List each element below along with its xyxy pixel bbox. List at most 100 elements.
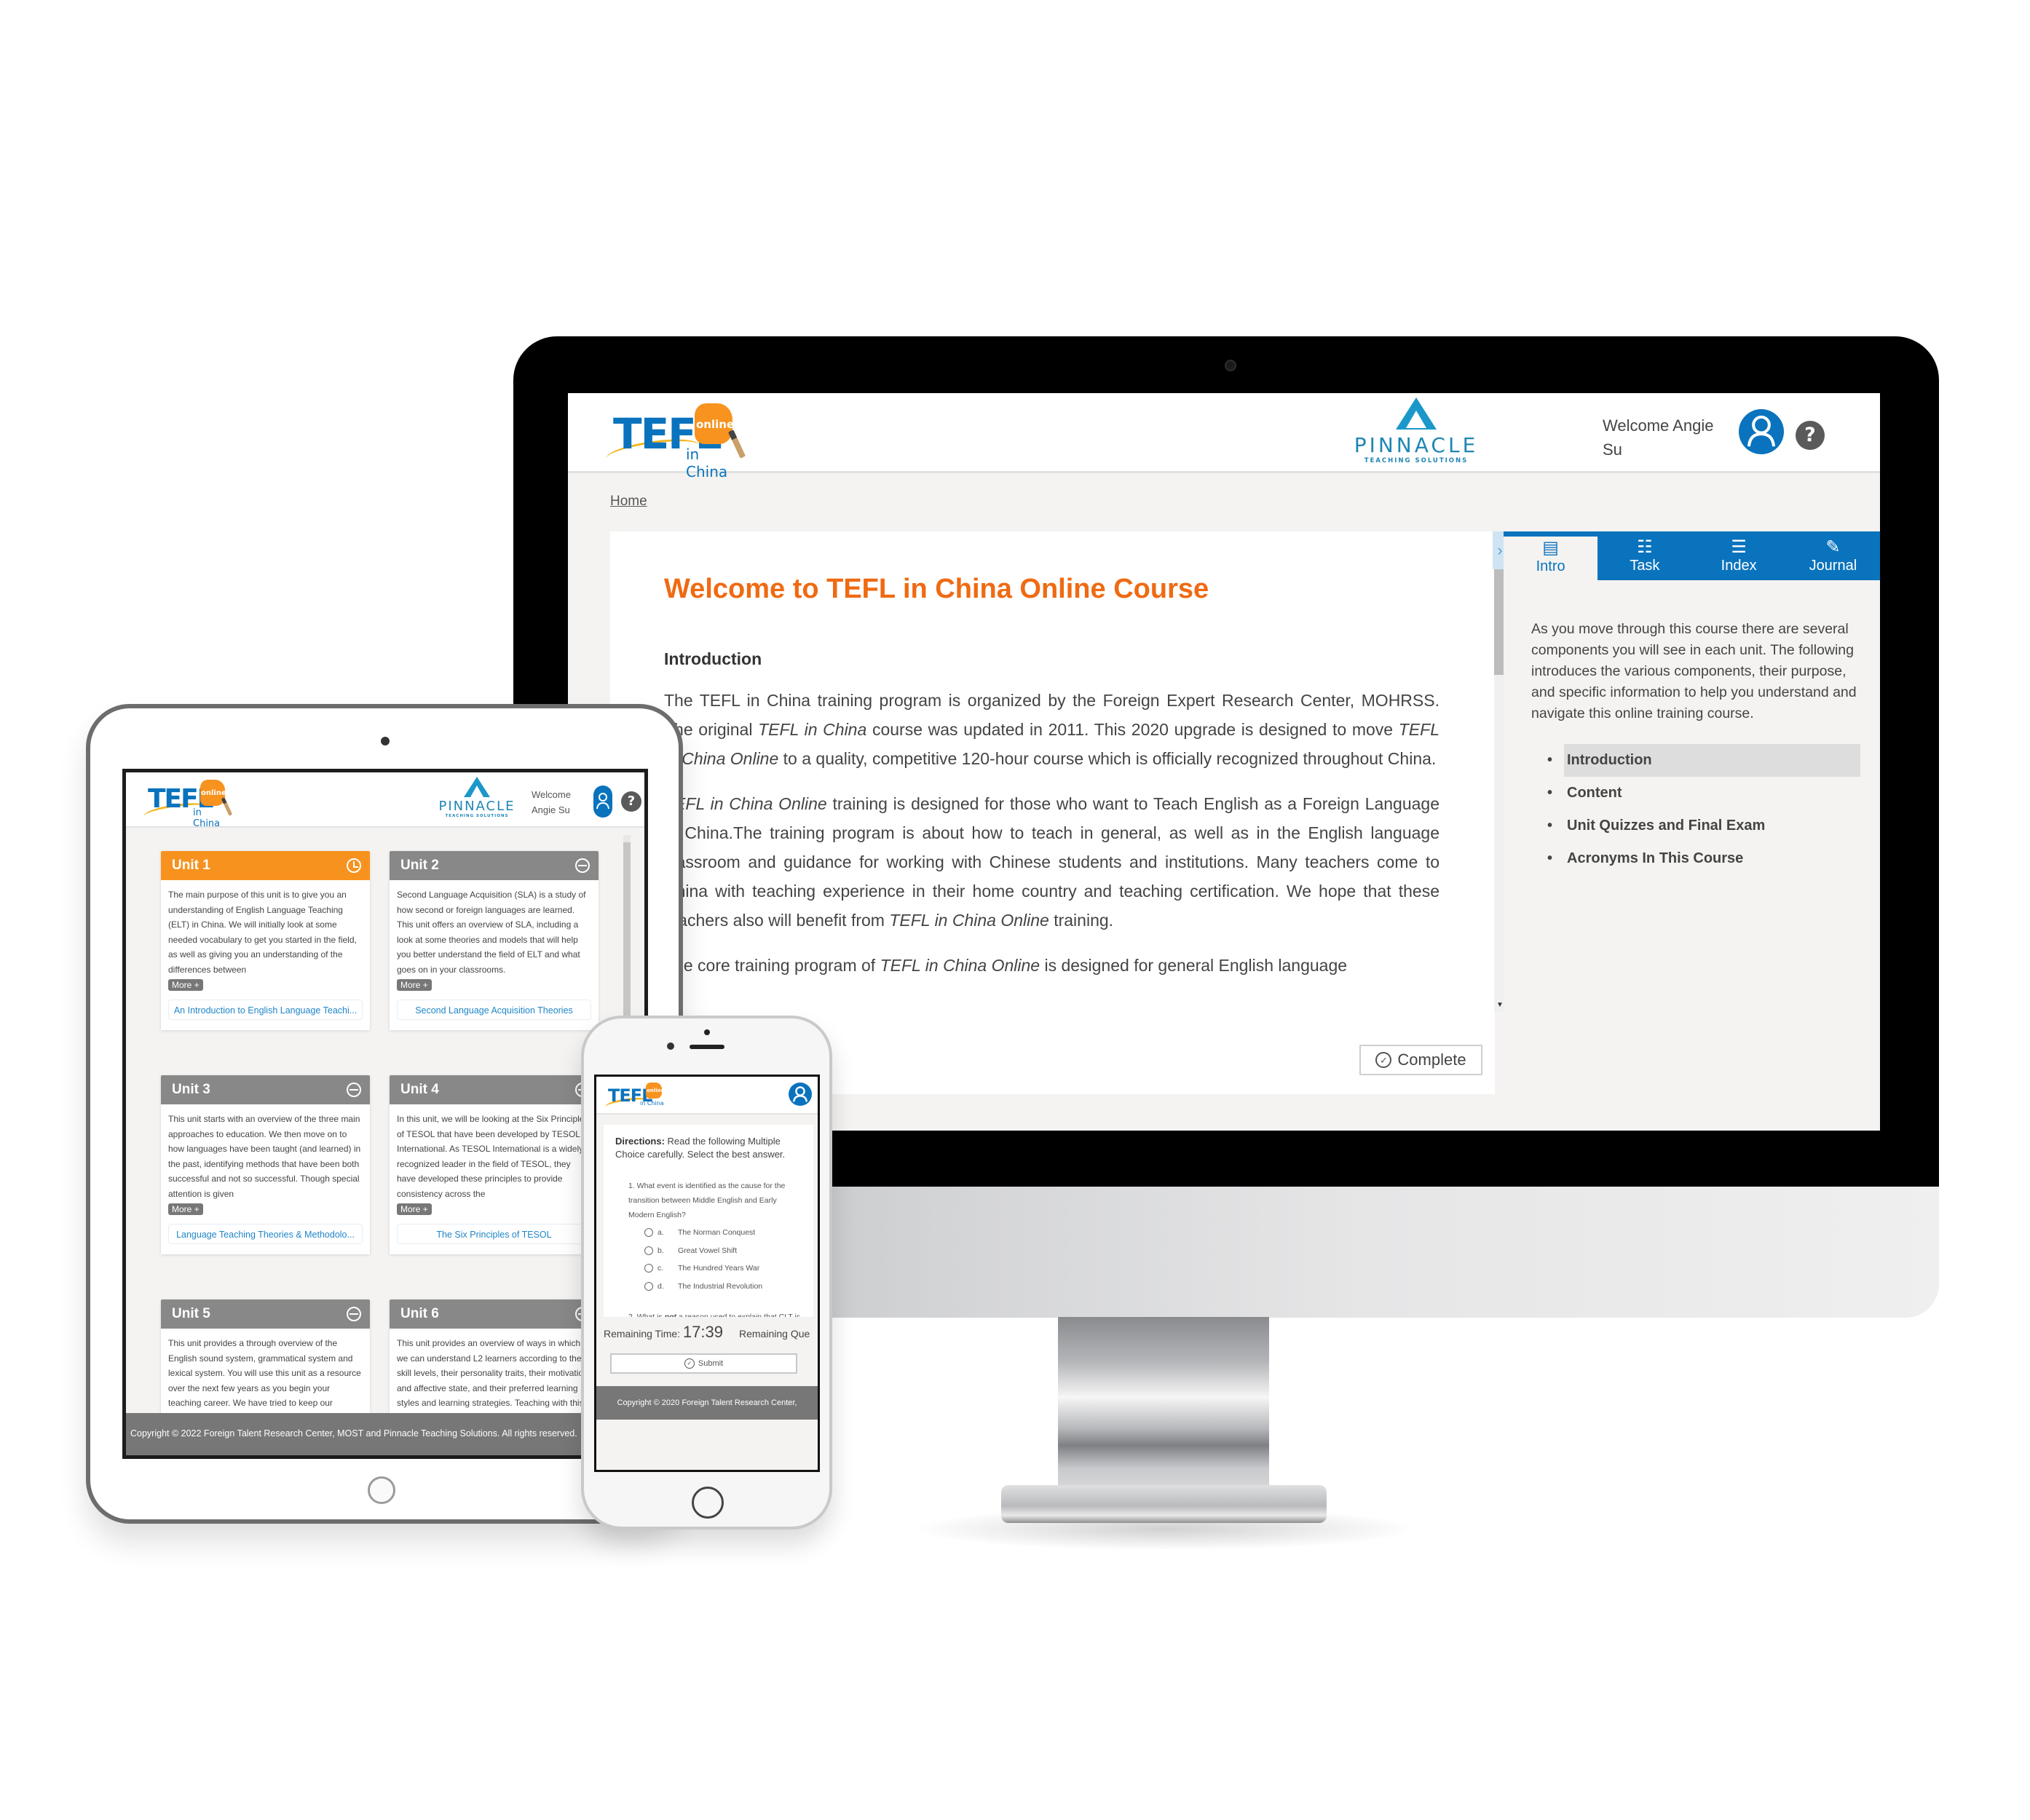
radio-button[interactable] <box>644 1246 653 1255</box>
pinnacle-peak-icon <box>464 777 490 797</box>
emphasis-text: TEFL in China Online <box>664 794 827 813</box>
intro-body-text: The TEFL in China training program is or… <box>664 686 1439 1013</box>
unit-link[interactable]: Language Teaching Theories & Methodolo..… <box>168 1224 363 1244</box>
option-text: The Norman Conquest <box>678 1228 756 1237</box>
text-run: is designed for general English language <box>1040 956 1348 975</box>
phone-camera <box>667 1042 674 1050</box>
remaining-time: 17:39 <box>682 1323 723 1341</box>
question-1: 1. What event is identified as the cause… <box>628 1182 786 1219</box>
phone-screen: TEFL online in China Directions: Read th… <box>594 1075 820 1472</box>
content-panel: Welcome to TEFL in China Online Course I… <box>610 531 1495 1094</box>
pinnacle-logo[interactable]: PINNACLE TEACHING SOLUTIONS <box>1347 397 1485 464</box>
unit-card: Unit 1 The main purpose of this unit is t… <box>161 851 370 1030</box>
tab-intro[interactable]: ▤ Intro <box>1504 537 1598 580</box>
pinnacle-peak-icon <box>1396 397 1437 430</box>
unit-link[interactable]: Second Language Acquisition Theories <box>397 1000 591 1020</box>
answer-option[interactable]: b. Great Vowel Shift <box>644 1242 802 1260</box>
radio-button[interactable] <box>644 1228 653 1238</box>
tablet-header: TEFL online in China PINNACLE TEACHING S… <box>126 772 644 829</box>
logo-badge: online <box>696 418 735 431</box>
more-button[interactable]: More + <box>397 979 432 991</box>
side-list-label: Acronyms In This Course <box>1567 850 1744 866</box>
tablet-footer: Copyright © 2022 Foreign Talent Research… <box>126 1413 644 1455</box>
answer-option[interactable]: d. The Industrial Revolution <box>644 1278 802 1296</box>
emphasis-text: TEFL in China <box>758 720 867 739</box>
answer-option[interactable]: a. The Norman Conquest <box>644 1224 802 1242</box>
unit-header[interactable]: Unit 5 <box>161 1299 370 1329</box>
quiz-directions: Directions: Read the following Multiple … <box>615 1135 802 1161</box>
side-topic-list: Introduction Content Unit Quizzes and Fina… <box>1531 744 1860 875</box>
more-button[interactable]: More + <box>168 1203 203 1215</box>
unit-description: The main purpose of this unit is to give… <box>168 890 357 975</box>
phone-footer: Copyright © 2020 Foreign Talent Research… <box>596 1386 818 1420</box>
scrollbar-thumb[interactable] <box>623 842 631 1024</box>
quiz-status: Remaining Time: 17:39 Remaining Que <box>604 1323 818 1342</box>
clock-icon <box>347 858 361 873</box>
tefl-logo[interactable]: TEFL online in China <box>604 1081 666 1112</box>
user-avatar-icon[interactable] <box>1739 409 1784 454</box>
minus-circle-icon <box>347 1083 361 1097</box>
page-title: Welcome to TEFL in China Online Course <box>664 574 1209 604</box>
side-list-label: Introduction <box>1564 744 1860 777</box>
check-circle-icon: ✓ <box>1375 1052 1392 1068</box>
side-tabs: ▤ Intro ☷ Task ☰ Index ✎ Journal <box>1504 531 1880 580</box>
side-list-item[interactable]: Content <box>1531 777 1860 810</box>
question-mark-icon[interactable]: ? <box>621 791 641 812</box>
welcome-text: Welcome Angie Su <box>532 789 571 815</box>
question-mark-icon[interactable]: ? <box>1796 421 1825 450</box>
unit-card: Unit 2 Second Language Acquisition (SLA) … <box>390 851 599 1030</box>
submit-button[interactable]: ✓ Submit <box>610 1353 797 1374</box>
radio-button[interactable] <box>644 1281 653 1291</box>
user-avatar-icon[interactable] <box>789 1083 812 1106</box>
minus-circle-icon <box>347 1307 361 1321</box>
side-list-item[interactable]: Acronyms In This Course <box>1531 842 1860 875</box>
option-letter: c. <box>657 1264 664 1273</box>
emphasis-text: TEFL in China Online <box>889 911 1049 930</box>
phone-header: TEFL online in China <box>596 1077 818 1115</box>
unit-header[interactable]: Unit 6 <box>390 1299 599 1329</box>
logo-subtitle: in China <box>686 446 728 480</box>
text-run: to a quality, competitive 120-hour cours… <box>778 749 1437 768</box>
tefl-logo[interactable]: TEFL online in China <box>604 399 746 480</box>
user-avatar-icon[interactable] <box>593 786 612 818</box>
welcome-text: Welcome Angie Su <box>1603 416 1714 459</box>
unit-description: In this unit, we will be looking at the … <box>397 1114 589 1199</box>
unit-title: Unit 5 <box>172 1306 210 1321</box>
unit-description: This unit provides an overview of ways i… <box>397 1338 588 1423</box>
more-button[interactable]: More + <box>168 979 203 991</box>
unit-title: Unit 6 <box>400 1306 439 1321</box>
unit-link[interactable]: The Six Principles of TESOL <box>397 1224 591 1244</box>
unit-header[interactable]: Unit 4 <box>390 1075 599 1104</box>
unit-header[interactable]: Unit 3 <box>161 1075 370 1104</box>
side-list-item[interactable]: Unit Quizzes and Final Exam <box>1531 810 1860 842</box>
tefl-logo[interactable]: TEFL online in China <box>143 778 233 829</box>
tablet-camera <box>381 737 390 745</box>
option-letter: d. <box>657 1281 664 1291</box>
quiz-card: Directions: Read the following Multiple … <box>604 1125 813 1317</box>
remaining-time-label: Remaining Time: <box>604 1328 681 1340</box>
unit-header[interactable]: Unit 2 <box>390 851 599 880</box>
logo-badge: online <box>647 1088 665 1093</box>
unit-card: Unit 3 This unit starts with an overview … <box>161 1075 370 1254</box>
unit-description: Second Language Acquisition (SLA) is a s… <box>397 890 586 975</box>
breadcrumb-home[interactable]: Home <box>610 494 647 510</box>
tab-task[interactable]: ☷ Task <box>1597 531 1691 580</box>
side-list-item[interactable]: Introduction <box>1531 744 1860 777</box>
text-run: The core training program of <box>664 956 880 975</box>
unit-link[interactable]: An Introduction to English Language Teac… <box>168 1000 363 1020</box>
body-paragraph-3: The core training program of TEFL in Chi… <box>664 951 1439 980</box>
text-run: course was updated in 2011. This 2020 up… <box>866 720 1399 739</box>
monitor-stand-foot <box>1001 1485 1327 1523</box>
tab-journal[interactable]: ✎ Journal <box>1786 531 1880 580</box>
complete-button[interactable]: ✓ Complete <box>1359 1045 1482 1075</box>
tab-index[interactable]: ☰ Index <box>1692 531 1786 580</box>
side-intro-text: As you move through this course there ar… <box>1531 621 1857 721</box>
check-circle-icon: ✓ <box>684 1358 695 1369</box>
text-run: a reason used to explain that CLT is <box>676 1313 800 1317</box>
unit-header[interactable]: Unit 1 <box>161 851 370 880</box>
more-button[interactable]: More + <box>397 1203 432 1215</box>
emphasis-text: not <box>664 1313 676 1317</box>
radio-button[interactable] <box>644 1264 653 1273</box>
answer-option[interactable]: c. The Hundred Years War <box>644 1259 802 1278</box>
pinnacle-logo[interactable]: PINNACLE TEACHING SOLUTIONS <box>432 777 522 819</box>
